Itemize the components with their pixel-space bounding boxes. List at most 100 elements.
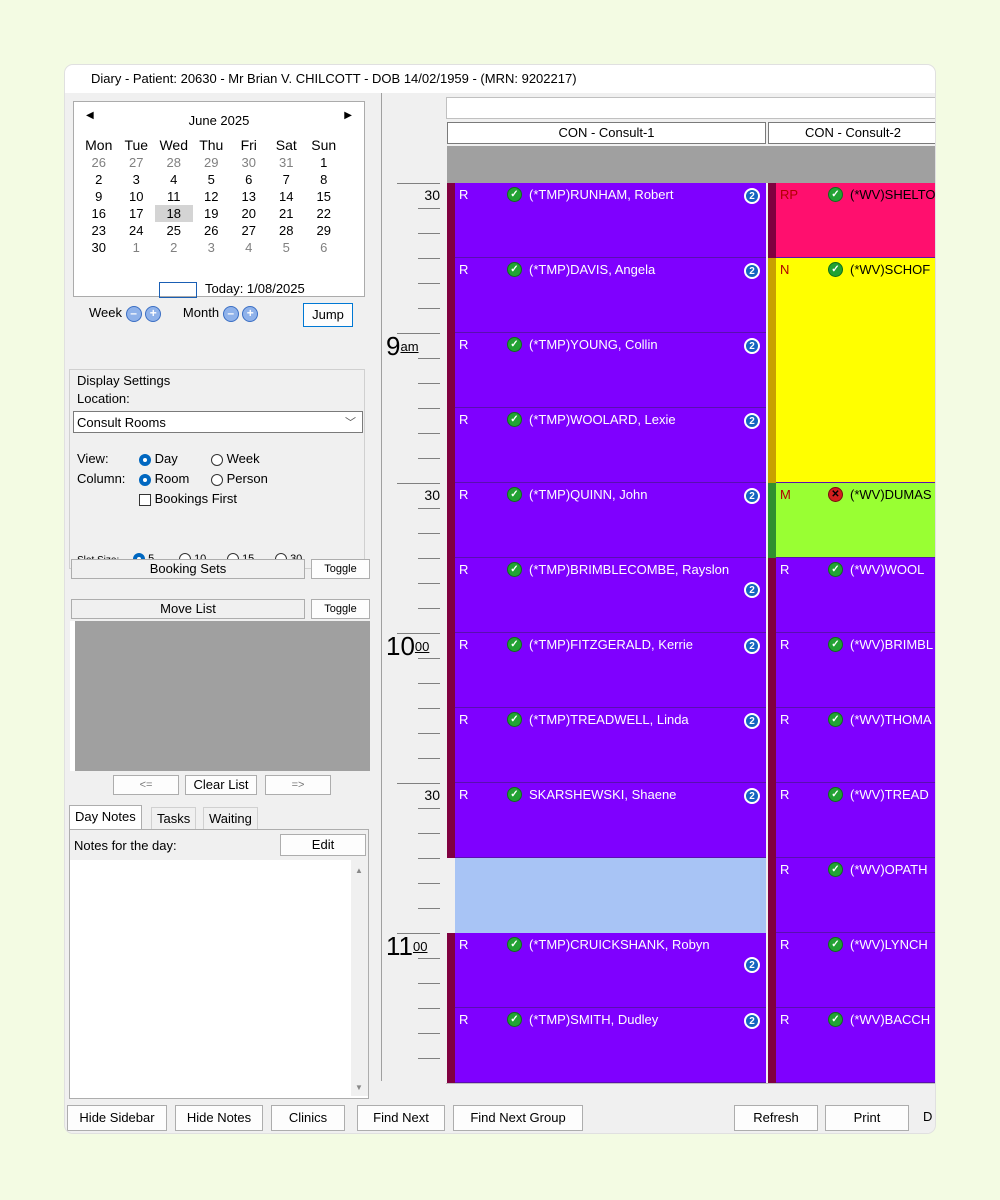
next-month-icon[interactable]: ▶ <box>344 110 352 121</box>
calendar-day[interactable]: 31 <box>268 154 306 171</box>
calendar-day[interactable]: 29 <box>193 154 231 171</box>
appointment-block[interactable]: R ✓ (*TMP)YOUNG, Collin 2 <box>455 333 766 408</box>
calendar-day[interactable]: 29 <box>305 222 343 239</box>
calendar-day[interactable]: 15 <box>305 188 343 205</box>
clinics-button[interactable]: Clinics <box>271 1105 345 1131</box>
calendar-day[interactable]: 24 <box>118 222 156 239</box>
calendar-day[interactable]: 2 <box>155 239 193 256</box>
calendar-day[interactable]: 6 <box>305 239 343 256</box>
calendar-day[interactable]: 1 <box>305 154 343 171</box>
calendar-day[interactable]: 5 <box>268 239 306 256</box>
horizontal-scrollbar[interactable] <box>446 1083 935 1094</box>
move-list-box[interactable] <box>70 621 370 771</box>
jump-button[interactable]: Jump <box>303 303 353 327</box>
calendar-day[interactable]: 28 <box>155 154 193 171</box>
hide-sidebar-button[interactable]: Hide Sidebar <box>67 1105 167 1131</box>
empty-slot[interactable] <box>455 858 766 933</box>
scroll-up-icon[interactable]: ▲ <box>355 866 363 875</box>
calendar-day[interactable]: 9 <box>80 188 118 205</box>
appointment-block[interactable]: N ✓ (*WV)SCHOF <box>776 258 935 483</box>
calendar-day[interactable]: 26 <box>80 154 118 171</box>
find-next-group-button[interactable]: Find Next Group <box>453 1105 583 1131</box>
week-zoom-in-icon[interactable]: + <box>145 305 162 322</box>
column-room-radio[interactable]: Room <box>139 471 189 486</box>
calendar-day[interactable]: 23 <box>80 222 118 239</box>
calendar-day[interactable]: 26 <box>193 222 231 239</box>
view-week-radio[interactable]: Week <box>211 451 260 466</box>
appointment-block[interactable]: R ✓ (*TMP)SMITH, Dudley 2 <box>455 1008 766 1083</box>
location-select[interactable]: Consult Rooms ﹀ <box>73 411 363 433</box>
appointment-block[interactable]: R ✓ (*WV)OPATH <box>776 858 935 933</box>
appointment-block[interactable]: R ✓ (*WV)BRIMBL <box>776 633 935 708</box>
booking-sets-toggle-button[interactable]: Toggle <box>311 559 370 579</box>
calendar-day[interactable]: 13 <box>230 188 268 205</box>
today-label[interactable]: Today: 1/08/2025 <box>205 281 305 296</box>
appointment-block[interactable]: R ✓ (*WV)THOMA <box>776 708 935 783</box>
appointment-block[interactable]: R ✓ (*TMP)WOOLARD, Lexie 2 <box>455 408 766 483</box>
cut-off-button[interactable]: D <box>923 1105 935 1131</box>
week-zoom-out-icon[interactable]: – <box>125 305 142 322</box>
move-list-prev-button[interactable]: <= <box>113 775 179 795</box>
appointment-block[interactable]: R ✓ (*WV)LYNCH <box>776 933 935 1008</box>
calendar-day[interactable]: 1 <box>118 239 156 256</box>
calendar-day[interactable]: 5 <box>193 171 231 188</box>
calendar-day[interactable]: 2 <box>80 171 118 188</box>
bookings-first-checkbox[interactable]: Bookings First <box>139 491 237 506</box>
calendar-day[interactable]: 7 <box>268 171 306 188</box>
calendar-day[interactable]: 12 <box>193 188 231 205</box>
appointment-block[interactable]: M ✕ (*WV)DUMAS <box>776 483 935 558</box>
appointment-block[interactable]: R ✓ (*WV)BACCH <box>776 1008 935 1083</box>
appointment-block[interactable]: R ✓ (*TMP)DAVIS, Angela 2 <box>455 258 766 333</box>
calendar-day[interactable]: 27 <box>118 154 156 171</box>
calendar-day[interactable]: 19 <box>193 205 231 222</box>
appointment-block[interactable]: RP ✓ (*WV)SHELTO <box>776 183 935 258</box>
hide-notes-button[interactable]: Hide Notes <box>175 1105 263 1131</box>
move-list-next-button[interactable]: => <box>265 775 331 795</box>
notes-scrollbar[interactable]: ▲ ▼ <box>351 860 368 1096</box>
appointment-block[interactable]: R ✓ (*TMP)RUNHAM, Robert 2 <box>455 183 766 258</box>
calendar-day[interactable]: 4 <box>230 239 268 256</box>
calendar-day[interactable]: 30 <box>80 239 118 256</box>
print-button[interactable]: Print <box>825 1105 909 1131</box>
calendar-day[interactable]: 16 <box>80 205 118 222</box>
calendar-day[interactable]: 22 <box>305 205 343 222</box>
move-list-title[interactable]: Move List <box>71 599 305 619</box>
column-header-consult-1[interactable]: CON - Consult-1 <box>447 122 766 144</box>
appointment-block[interactable]: R ✓ (*WV)WOOL <box>776 558 935 633</box>
column-person-radio[interactable]: Person <box>211 471 268 486</box>
calendar-day[interactable]: 4 <box>155 171 193 188</box>
find-next-button[interactable]: Find Next <box>357 1105 445 1131</box>
booking-sets-title[interactable]: Booking Sets <box>71 559 305 579</box>
appointment-block[interactable]: R ✓ (*TMP)FITZGERALD, Kerrie 2 <box>455 633 766 708</box>
calendar-day[interactable]: 11 <box>155 188 193 205</box>
tab-waiting[interactable]: Waiting <box>203 807 258 830</box>
calendar-day[interactable]: 6 <box>230 171 268 188</box>
calendar-day[interactable]: 21 <box>268 205 306 222</box>
calendar-day[interactable]: 14 <box>268 188 306 205</box>
calendar-day[interactable]: 3 <box>118 171 156 188</box>
view-day-radio[interactable]: Day <box>139 451 178 466</box>
edit-notes-button[interactable]: Edit <box>280 834 366 856</box>
calendar-day[interactable]: 17 <box>118 205 156 222</box>
calendar-day[interactable]: 18 <box>155 205 193 222</box>
refresh-button[interactable]: Refresh <box>734 1105 818 1131</box>
appointment-block[interactable]: R ✓ SKARSHEWSKI, Shaene 2 <box>455 783 766 858</box>
calendar-day[interactable]: 27 <box>230 222 268 239</box>
calendar-day[interactable]: 28 <box>268 222 306 239</box>
column-header-consult-2[interactable]: CON - Consult-2 <box>768 122 935 144</box>
clear-list-button[interactable]: Clear List <box>185 775 257 795</box>
appointment-block[interactable]: R ✓ (*TMP)BRIMBLECOMBE, Rayslon 2 <box>455 558 766 633</box>
calendar-day[interactable]: 3 <box>193 239 231 256</box>
calendar-day[interactable]: 8 <box>305 171 343 188</box>
appointment-block[interactable]: R ✓ (*WV)TREAD <box>776 783 935 858</box>
appointment-block[interactable]: R ✓ (*TMP)QUINN, John 2 <box>455 483 766 558</box>
calendar-day[interactable]: 20 <box>230 205 268 222</box>
appointment-block[interactable]: R ✓ (*TMP)TREADWELL, Linda 2 <box>455 708 766 783</box>
scroll-down-icon[interactable]: ▼ <box>355 1083 363 1092</box>
calendar-day[interactable]: 25 <box>155 222 193 239</box>
tab-day-notes[interactable]: Day Notes <box>69 805 142 830</box>
month-zoom-in-icon[interactable]: + <box>242 305 259 322</box>
tab-tasks[interactable]: Tasks <box>151 807 197 830</box>
move-list-toggle-button[interactable]: Toggle <box>311 599 370 619</box>
calendar-day[interactable]: 10 <box>118 188 156 205</box>
